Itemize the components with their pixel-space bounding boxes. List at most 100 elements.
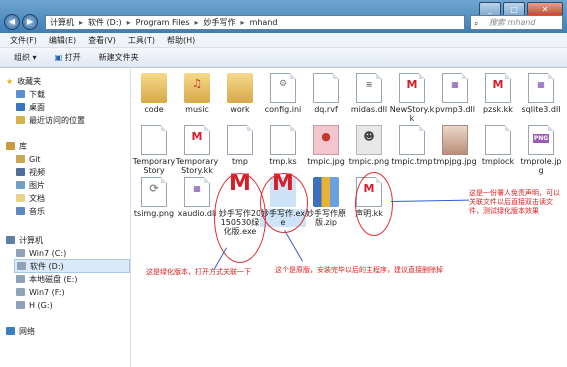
file-item-music[interactable]: ♫ music — [174, 73, 220, 114]
sidebar-item-libraries[interactable]: 库 — [6, 140, 27, 152]
sidebar-item-computer[interactable]: 计算机 — [6, 234, 43, 246]
file-item-tmpic-png[interactable]: ☻ tmpic.png — [346, 125, 392, 166]
sidebar-item-downloads[interactable]: 下载 — [16, 88, 45, 100]
organize-button[interactable]: 组织 ▾ — [14, 52, 37, 63]
drive-icon — [16, 301, 25, 309]
file-item-midas[interactable]: ≡ midas.dll — [346, 73, 392, 114]
sidebar-item-network[interactable]: 网络 — [6, 325, 35, 337]
file-item-sqlite[interactable]: ▦ sqlite3.dll — [518, 73, 564, 114]
breadcrumb-mhand[interactable]: mhand — [250, 18, 278, 27]
menu-edit[interactable]: 编辑(E) — [49, 35, 76, 46]
sidebar-item-drive-d[interactable]: 软件 (D:) — [14, 259, 130, 273]
file-item-tmprole[interactable]: PNG tmprole.jpg — [518, 125, 564, 175]
sidebar-item-pictures[interactable]: 图片 — [16, 179, 45, 191]
menu-view[interactable]: 查看(V) — [88, 35, 116, 46]
sidebar-item-music[interactable]: 音乐 — [16, 205, 45, 217]
file-item-tmplock[interactable]: tmplock — [475, 125, 521, 166]
app-document-icon: M — [485, 73, 511, 103]
annotation-note-statement: 这是一份署人免责声明，可以关联文件以后直接双击读文件，测试绿化版本效果 — [469, 189, 560, 215]
sidebar-label: 下载 — [29, 89, 45, 99]
library-icon — [6, 142, 15, 150]
sidebar-item-drive-e[interactable]: 本地磁盘 (E:) — [16, 273, 78, 285]
file-item-tmpjpg[interactable]: tmpjpg.jpg — [432, 125, 478, 166]
file-item-xaudio[interactable]: ▦ xaudio.dll — [174, 177, 220, 218]
chevron-right-icon: ▸ — [194, 18, 199, 27]
file-item-tsimg[interactable]: ⟳ tsimg.png — [131, 177, 177, 218]
file-item-tmpic-tmp[interactable]: tmpic.tmp — [389, 125, 435, 166]
open-icon: ▣ — [54, 53, 65, 62]
app-document-icon: M — [184, 125, 210, 155]
file-label: tmpic.png — [348, 157, 390, 166]
new-folder-button[interactable]: 新建文件夹 — [99, 52, 139, 63]
drive-icon — [16, 249, 25, 257]
file-label: music — [185, 105, 209, 114]
search-placeholder: 搜索 mhand — [489, 18, 536, 27]
file-item-temporarystory-kk[interactable]: M TemporaryStory.kk — [174, 125, 220, 175]
file-label: pvmp3.dll — [435, 105, 475, 114]
image-file-icon: ⟳ — [141, 177, 167, 207]
file-label: tmp.ks — [269, 157, 297, 166]
sidebar-label: 文档 — [29, 193, 45, 203]
git-library-icon — [16, 155, 25, 163]
download-icon — [16, 90, 25, 98]
document-icon — [313, 73, 339, 103]
annotation-circle — [355, 172, 393, 236]
drive-icon — [16, 275, 25, 283]
file-item-temporarystory[interactable]: TemporaryStory — [131, 125, 177, 175]
navigation-pane: ★ 收藏夹 下载 桌面 最近访问的位置 库 Git 视频 图片 文档 音乐 计算机… — [0, 69, 131, 367]
file-label: tmpjpg.jpg — [433, 157, 477, 166]
sidebar-label: 网络 — [19, 326, 35, 336]
drive-icon — [17, 262, 26, 270]
file-item-newstory[interactable]: M NewStory.kk — [389, 73, 435, 123]
file-label: TemporaryStory — [132, 157, 176, 175]
folder-icon — [227, 73, 253, 103]
sidebar-item-drive-f[interactable]: Win7 (F:) — [16, 286, 65, 298]
back-button[interactable]: ◀ — [4, 14, 20, 30]
search-input[interactable]: ⌕ 搜索 mhand — [470, 15, 563, 30]
command-bar: 组织 ▾ ▣ 打开 新建文件夹 — [0, 48, 567, 68]
breadcrumb-app[interactable]: 妙手写作 — [204, 17, 236, 28]
sidebar-item-drive-c[interactable]: Win7 (C:) — [16, 247, 66, 259]
file-item-config[interactable]: ⚙ config.ini — [260, 73, 306, 114]
sidebar-item-drive-g[interactable]: H (G:) — [16, 299, 53, 311]
file-label: config.ini — [264, 105, 302, 114]
folder-icon: ♫ — [184, 73, 210, 103]
file-item-dq[interactable]: dq.rvf — [303, 73, 349, 114]
computer-icon — [6, 236, 15, 244]
file-item-zip[interactable]: 妙手写作原版.zip — [303, 177, 349, 227]
file-item-pvmp3[interactable]: ▦ pvmp3.dll — [432, 73, 478, 114]
sidebar-item-git[interactable]: Git — [16, 153, 41, 165]
file-item-tmp[interactable]: tmp — [217, 125, 263, 166]
file-item-tmp-ks[interactable]: tmp.ks — [260, 125, 306, 166]
file-label: pzsk.kk — [483, 105, 513, 114]
open-button[interactable]: ▣ 打开 — [55, 52, 81, 63]
dll-file-icon: ▦ — [528, 73, 554, 103]
sidebar-item-favorites[interactable]: ★ 收藏夹 — [6, 75, 41, 87]
breadcrumb-computer[interactable]: 计算机 — [50, 17, 74, 28]
file-list: code ♫ music work ⚙ config.ini dq.rvf ≡ mid… — [131, 69, 567, 367]
sidebar-item-documents[interactable]: 文档 — [16, 192, 45, 204]
address-bar[interactable]: 计算机 ▸ 软件 (D:) ▸ Program Files ▸ 妙手写作 ▸ mhand — [45, 15, 465, 30]
chevron-right-icon: ▸ — [126, 18, 131, 27]
file-item-pzsk[interactable]: Mpzsk.kk — [475, 73, 521, 114]
breadcrumb-drive[interactable]: 软件 (D:) — [88, 17, 122, 28]
sidebar-label: 软件 (D:) — [30, 261, 64, 271]
breadcrumb-program-files[interactable]: Program Files — [136, 18, 190, 27]
file-item-work[interactable]: work — [217, 73, 263, 114]
file-label: tmp — [231, 157, 248, 166]
sidebar-label: 最近访问的位置 — [29, 115, 85, 125]
file-item-code[interactable]: code — [131, 73, 177, 114]
forward-button[interactable]: ▶ — [22, 14, 38, 30]
file-item-tmpic-jpg[interactable]: ● tmpic.jpg — [303, 125, 349, 166]
sidebar-item-videos[interactable]: 视频 — [16, 166, 45, 178]
document-icon — [227, 125, 253, 155]
drive-icon — [16, 288, 25, 296]
menu-file[interactable]: 文件(F) — [10, 35, 37, 46]
annotation-note-original: 这个是原版，安装完毕以后的主程序，建议直接删除掉 — [275, 266, 443, 274]
sidebar-item-desktop[interactable]: 桌面 — [16, 101, 45, 113]
annotation-note-green: 这是绿化版本，打开方式关联一下 — [146, 268, 251, 276]
sidebar-item-recent[interactable]: 最近访问的位置 — [16, 114, 85, 126]
document-icon — [399, 125, 425, 155]
menu-help[interactable]: 帮助(H) — [167, 35, 195, 46]
menu-tools[interactable]: 工具(T) — [128, 35, 155, 46]
